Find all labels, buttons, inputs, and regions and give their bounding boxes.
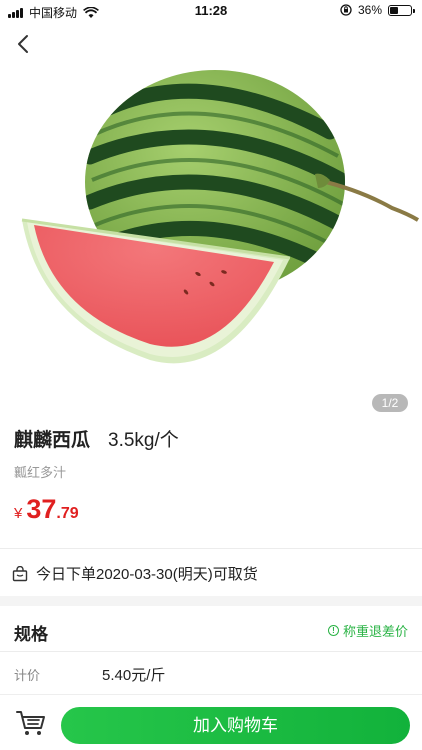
pickup-info: 今日下单2020-03-30(明天)可取货	[12, 563, 258, 584]
divider	[0, 651, 422, 652]
product-name: 麒麟西瓜	[14, 430, 91, 451]
product-weight: 3.5kg/个	[108, 430, 179, 451]
price-decimal: .79	[56, 505, 79, 522]
bottom-action-bar: 加入购物车	[0, 694, 422, 750]
price-integer: 37	[26, 494, 57, 524]
product-title: 麒麟西瓜 3.5kg/个	[14, 425, 179, 452]
product-image[interactable]	[0, 22, 422, 418]
battery-icon	[388, 4, 415, 16]
battery-level	[390, 6, 398, 14]
back-arrow-icon[interactable]	[12, 32, 36, 56]
weight-refund-link[interactable]: ! 称重退差价	[327, 621, 408, 640]
info-circle-icon: !	[327, 625, 339, 636]
product-tagline: 瓤红多汁	[14, 465, 67, 480]
status-right: 36%	[340, 3, 415, 17]
add-to-cart-button[interactable]: 加入购物车	[61, 707, 410, 744]
unit-price-label: 计价	[14, 668, 41, 683]
price-symbol: ¥	[14, 505, 23, 522]
divider	[0, 548, 422, 549]
shop-bag-icon	[12, 565, 28, 581]
status-bar: 中国移动 11:28 36%	[0, 0, 422, 22]
battery-percent: 36%	[357, 3, 382, 17]
image-page-indicator: 1/2	[372, 394, 408, 412]
cart-icon[interactable]	[16, 709, 46, 737]
product-price: ¥ 37 .79	[14, 494, 79, 525]
watermelon-illustration	[21, 70, 420, 364]
weight-refund-label: 称重退差价	[342, 624, 408, 639]
section-gap	[0, 596, 422, 606]
orientation-lock-icon	[340, 4, 352, 16]
unit-price-value: 5.40元/斤	[102, 667, 166, 684]
pickup-text: 今日下单2020-03-30(明天)可取货	[36, 566, 258, 583]
spec-title: 规格	[14, 625, 48, 644]
